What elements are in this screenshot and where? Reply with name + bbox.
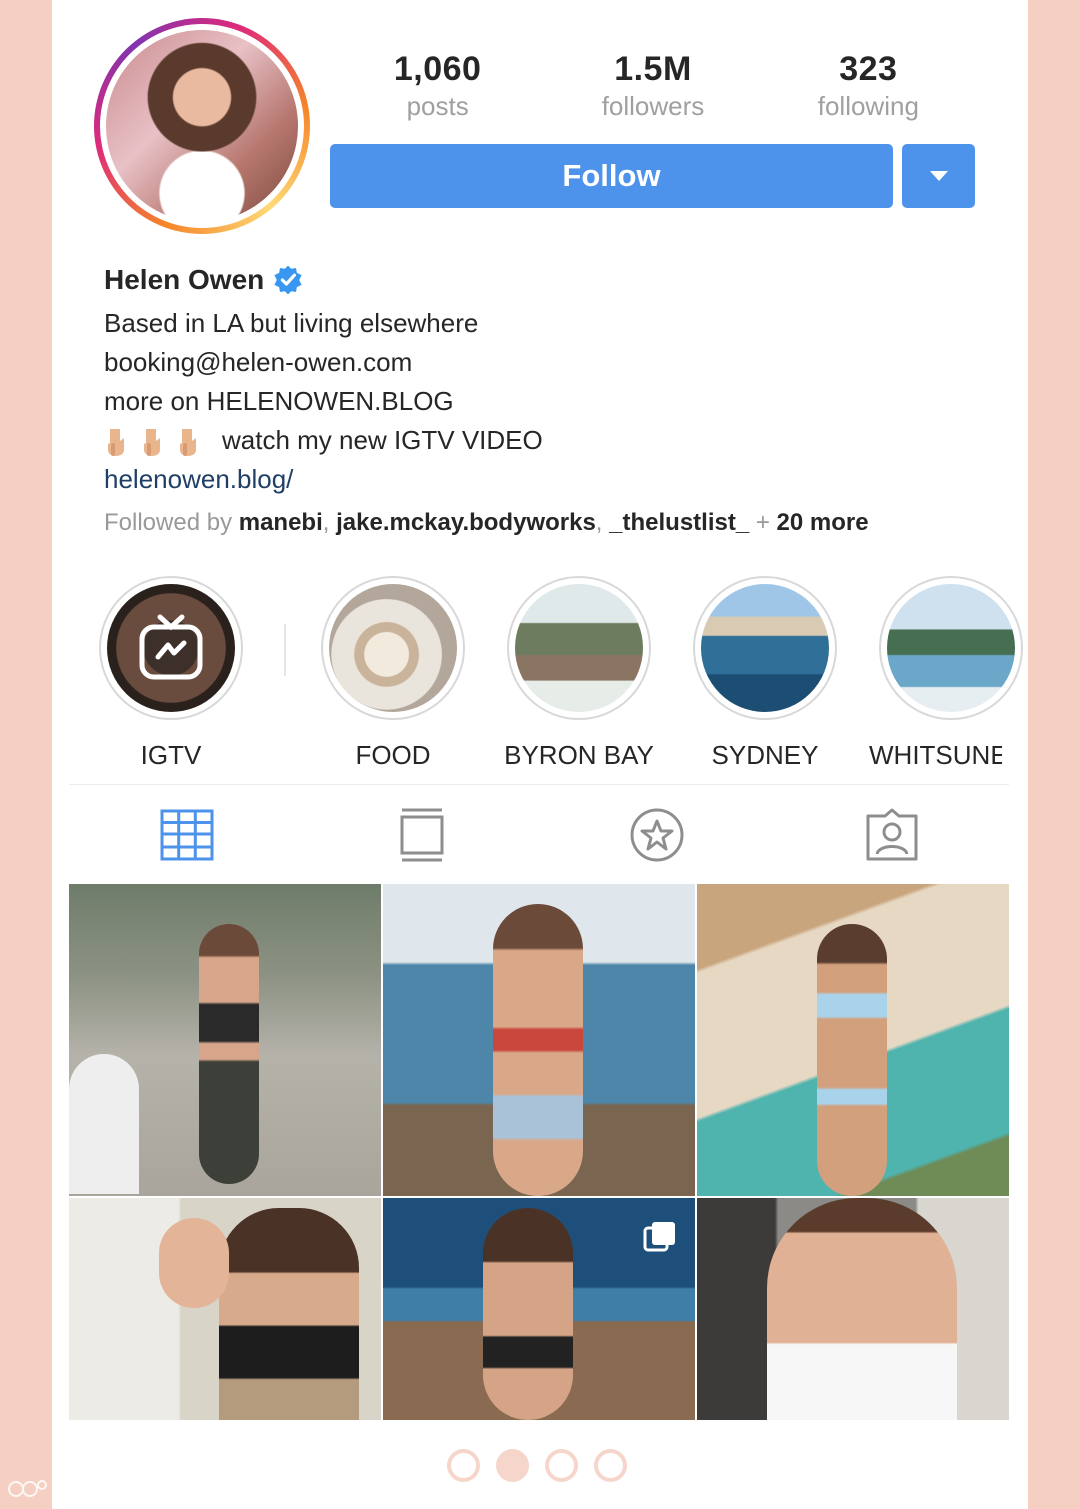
igtv-logo-icon xyxy=(139,614,203,680)
tab-grid[interactable] xyxy=(69,800,304,870)
follower-name[interactable]: manebi xyxy=(239,509,323,536)
bio-line: Based in LA but living elsewhere xyxy=(104,308,479,338)
post-thumbnail[interactable] xyxy=(383,1198,695,1420)
follower-name[interactable]: _thelustlist_ xyxy=(609,509,749,536)
watermark-logo-icon xyxy=(8,1479,47,1497)
feed-icon xyxy=(400,808,443,862)
bio-line: more on HELENOWEN.BLOG xyxy=(104,386,454,416)
bio-email: booking@helen-owen.com xyxy=(104,347,413,377)
tab-igtv[interactable] xyxy=(539,800,774,870)
highlight-divider xyxy=(284,624,286,676)
pointing-down-icon xyxy=(108,429,124,457)
highlight-label: WHITSUNE xyxy=(869,740,1002,770)
pager-dot[interactable] xyxy=(447,1449,480,1482)
verified-badge-icon xyxy=(274,265,302,295)
highlight-label: FOOD xyxy=(355,740,431,770)
profile-name: Helen Owen xyxy=(104,264,265,295)
highlight-whitsundays[interactable]: WHITSUNE xyxy=(866,576,1028,771)
star-circle-icon xyxy=(630,808,683,862)
multiple-photos-icon xyxy=(643,1222,675,1252)
profile-bio: Helen Owen Based in LA but living elsewh… xyxy=(104,262,984,537)
pager-dot-active[interactable] xyxy=(496,1449,529,1482)
highlight-igtv[interactable]: IGTV xyxy=(86,576,256,771)
posts-count: 1,060 xyxy=(393,50,482,88)
pointing-down-icon xyxy=(180,429,196,457)
bio-link[interactable]: helenowen.blog/ xyxy=(104,460,984,499)
followed-by-prefix: Followed by xyxy=(104,509,233,536)
tagged-person-icon xyxy=(866,808,917,861)
posts-grid xyxy=(69,884,1009,1420)
pointing-down-icon xyxy=(144,429,160,457)
page-margin-right xyxy=(1028,0,1080,1509)
followed-by-more[interactable]: 20 more xyxy=(777,509,869,536)
tab-tagged[interactable] xyxy=(774,800,1009,870)
bio-igtv-text: watch my new IGTV VIDEO xyxy=(222,425,543,455)
followed-by[interactable]: Followed by manebi, jake.mckay.bodyworks… xyxy=(104,509,984,537)
post-thumbnail[interactable] xyxy=(697,1198,1009,1420)
following-stat[interactable]: 323 following xyxy=(761,50,976,122)
highlight-byron-bay[interactable]: BYRON BAY xyxy=(494,576,664,771)
suggested-dropdown-button[interactable] xyxy=(902,144,975,208)
following-count: 323 xyxy=(839,50,898,88)
bio-igtv-line: watch my new IGTV VIDEO xyxy=(104,421,984,460)
tab-feed[interactable] xyxy=(304,800,539,870)
pointing-down-emoji-group xyxy=(104,421,212,460)
highlight-label: IGTV xyxy=(140,740,202,770)
highlight-label: BYRON BAY xyxy=(504,740,654,770)
profile-tabs xyxy=(69,800,1009,870)
followers-stat[interactable]: 1.5M followers xyxy=(545,50,760,122)
watermark: 大数跨境 xyxy=(8,1474,134,1503)
grid-icon xyxy=(160,809,213,861)
tabs-divider xyxy=(69,784,1009,785)
profile-avatar[interactable] xyxy=(94,18,310,234)
profile-stats: 1,060 posts 1.5M followers 323 following xyxy=(330,50,976,122)
caret-down-icon xyxy=(929,171,948,181)
profile-card: 1,060 posts 1.5M followers 323 following… xyxy=(52,0,1028,1509)
post-thumbnail[interactable] xyxy=(697,884,1009,1196)
post-thumbnail[interactable] xyxy=(383,884,695,1196)
posts-label: posts xyxy=(406,91,469,121)
pager-dot[interactable] xyxy=(545,1449,578,1482)
followers-label: followers xyxy=(601,91,705,121)
followers-count: 1.5M xyxy=(614,50,692,88)
highlight-sydney[interactable]: SYDNEY xyxy=(680,576,850,771)
posts-stat: 1,060 posts xyxy=(330,50,545,122)
post-thumbnail[interactable] xyxy=(69,884,381,1196)
carousel-pager xyxy=(447,1449,627,1482)
following-label: following xyxy=(817,91,919,121)
highlight-food[interactable]: FOOD xyxy=(308,576,478,771)
highlight-label: SYDNEY xyxy=(711,740,819,770)
page-margin-left xyxy=(0,0,52,1509)
story-highlights: IGTV FOOD BYRON BAY SYDNEY WHITSUNE xyxy=(52,576,1028,776)
follow-button[interactable]: Follow xyxy=(330,144,893,208)
pager-dot[interactable] xyxy=(594,1449,627,1482)
watermark-text: 大数跨境 xyxy=(54,1480,134,1502)
post-thumbnail[interactable] xyxy=(69,1198,381,1420)
follower-name[interactable]: jake.mckay.bodyworks xyxy=(336,509,596,536)
